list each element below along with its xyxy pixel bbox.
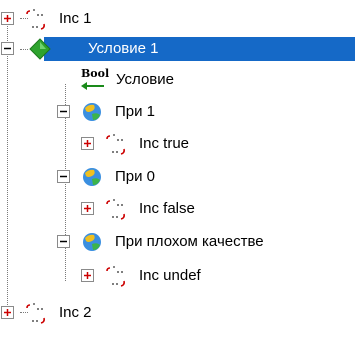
- tree-item-inc-2[interactable]: Inc 2: [0, 298, 355, 328]
- globe-icon: [83, 168, 101, 186]
- bool-icon: Bool: [80, 68, 110, 92]
- tree-item-case-1[interactable]: При 1: [0, 97, 355, 127]
- block-icon: [106, 266, 125, 287]
- globe-icon: [83, 103, 101, 121]
- condition-diamond-icon: [29, 38, 51, 60]
- tree-item-label: Inc undef: [139, 267, 201, 284]
- tree-item-label: Условие 1: [88, 40, 159, 57]
- tree-item-inc-true[interactable]: Inc true: [0, 129, 355, 159]
- collapse-minus-icon[interactable]: [57, 105, 70, 118]
- tree-item-label: При 0: [115, 168, 156, 185]
- block-icon: [26, 303, 45, 324]
- collapse-minus-icon[interactable]: [57, 170, 70, 183]
- expand-plus-icon[interactable]: [1, 306, 14, 319]
- expand-plus-icon[interactable]: [1, 12, 14, 25]
- tree-view[interactable]: Inc 1 Условие 1 Bool Условие При 1 Inc t…: [0, 0, 355, 349]
- block-icon: [106, 199, 125, 220]
- expand-plus-icon[interactable]: [81, 202, 94, 215]
- tree-item-label: Inc false: [139, 200, 195, 217]
- block-icon: [26, 9, 45, 30]
- tree-item-condition-1[interactable]: Условие 1: [0, 34, 355, 64]
- block-icon: [106, 134, 125, 155]
- tree-connector: [20, 49, 28, 50]
- expand-plus-icon[interactable]: [81, 269, 94, 282]
- tree-item-label: Inc 1: [59, 10, 92, 27]
- tree-item-label: Условие: [116, 71, 174, 88]
- tree-item-condition[interactable]: Bool Условие: [0, 65, 355, 95]
- tree-item-inc-false[interactable]: Inc false: [0, 194, 355, 224]
- tree-item-label: Inc 2: [59, 304, 92, 321]
- expand-plus-icon[interactable]: [81, 137, 94, 150]
- tree-item-label: При 1: [115, 103, 156, 120]
- tree-item-case-0[interactable]: При 0: [0, 162, 355, 192]
- tree-item-inc-1[interactable]: Inc 1: [0, 4, 355, 34]
- globe-icon: [83, 233, 101, 251]
- collapse-minus-icon[interactable]: [57, 235, 70, 248]
- tree-item-case-bad-quality[interactable]: При плохом качестве: [0, 227, 355, 257]
- tree-item-inc-undef[interactable]: Inc undef: [0, 261, 355, 291]
- bool-icon-text: Bool: [81, 67, 110, 80]
- tree-item-label: При плохом качестве: [115, 233, 264, 250]
- tree-item-label: Inc true: [139, 135, 190, 152]
- collapse-minus-icon[interactable]: [1, 42, 14, 55]
